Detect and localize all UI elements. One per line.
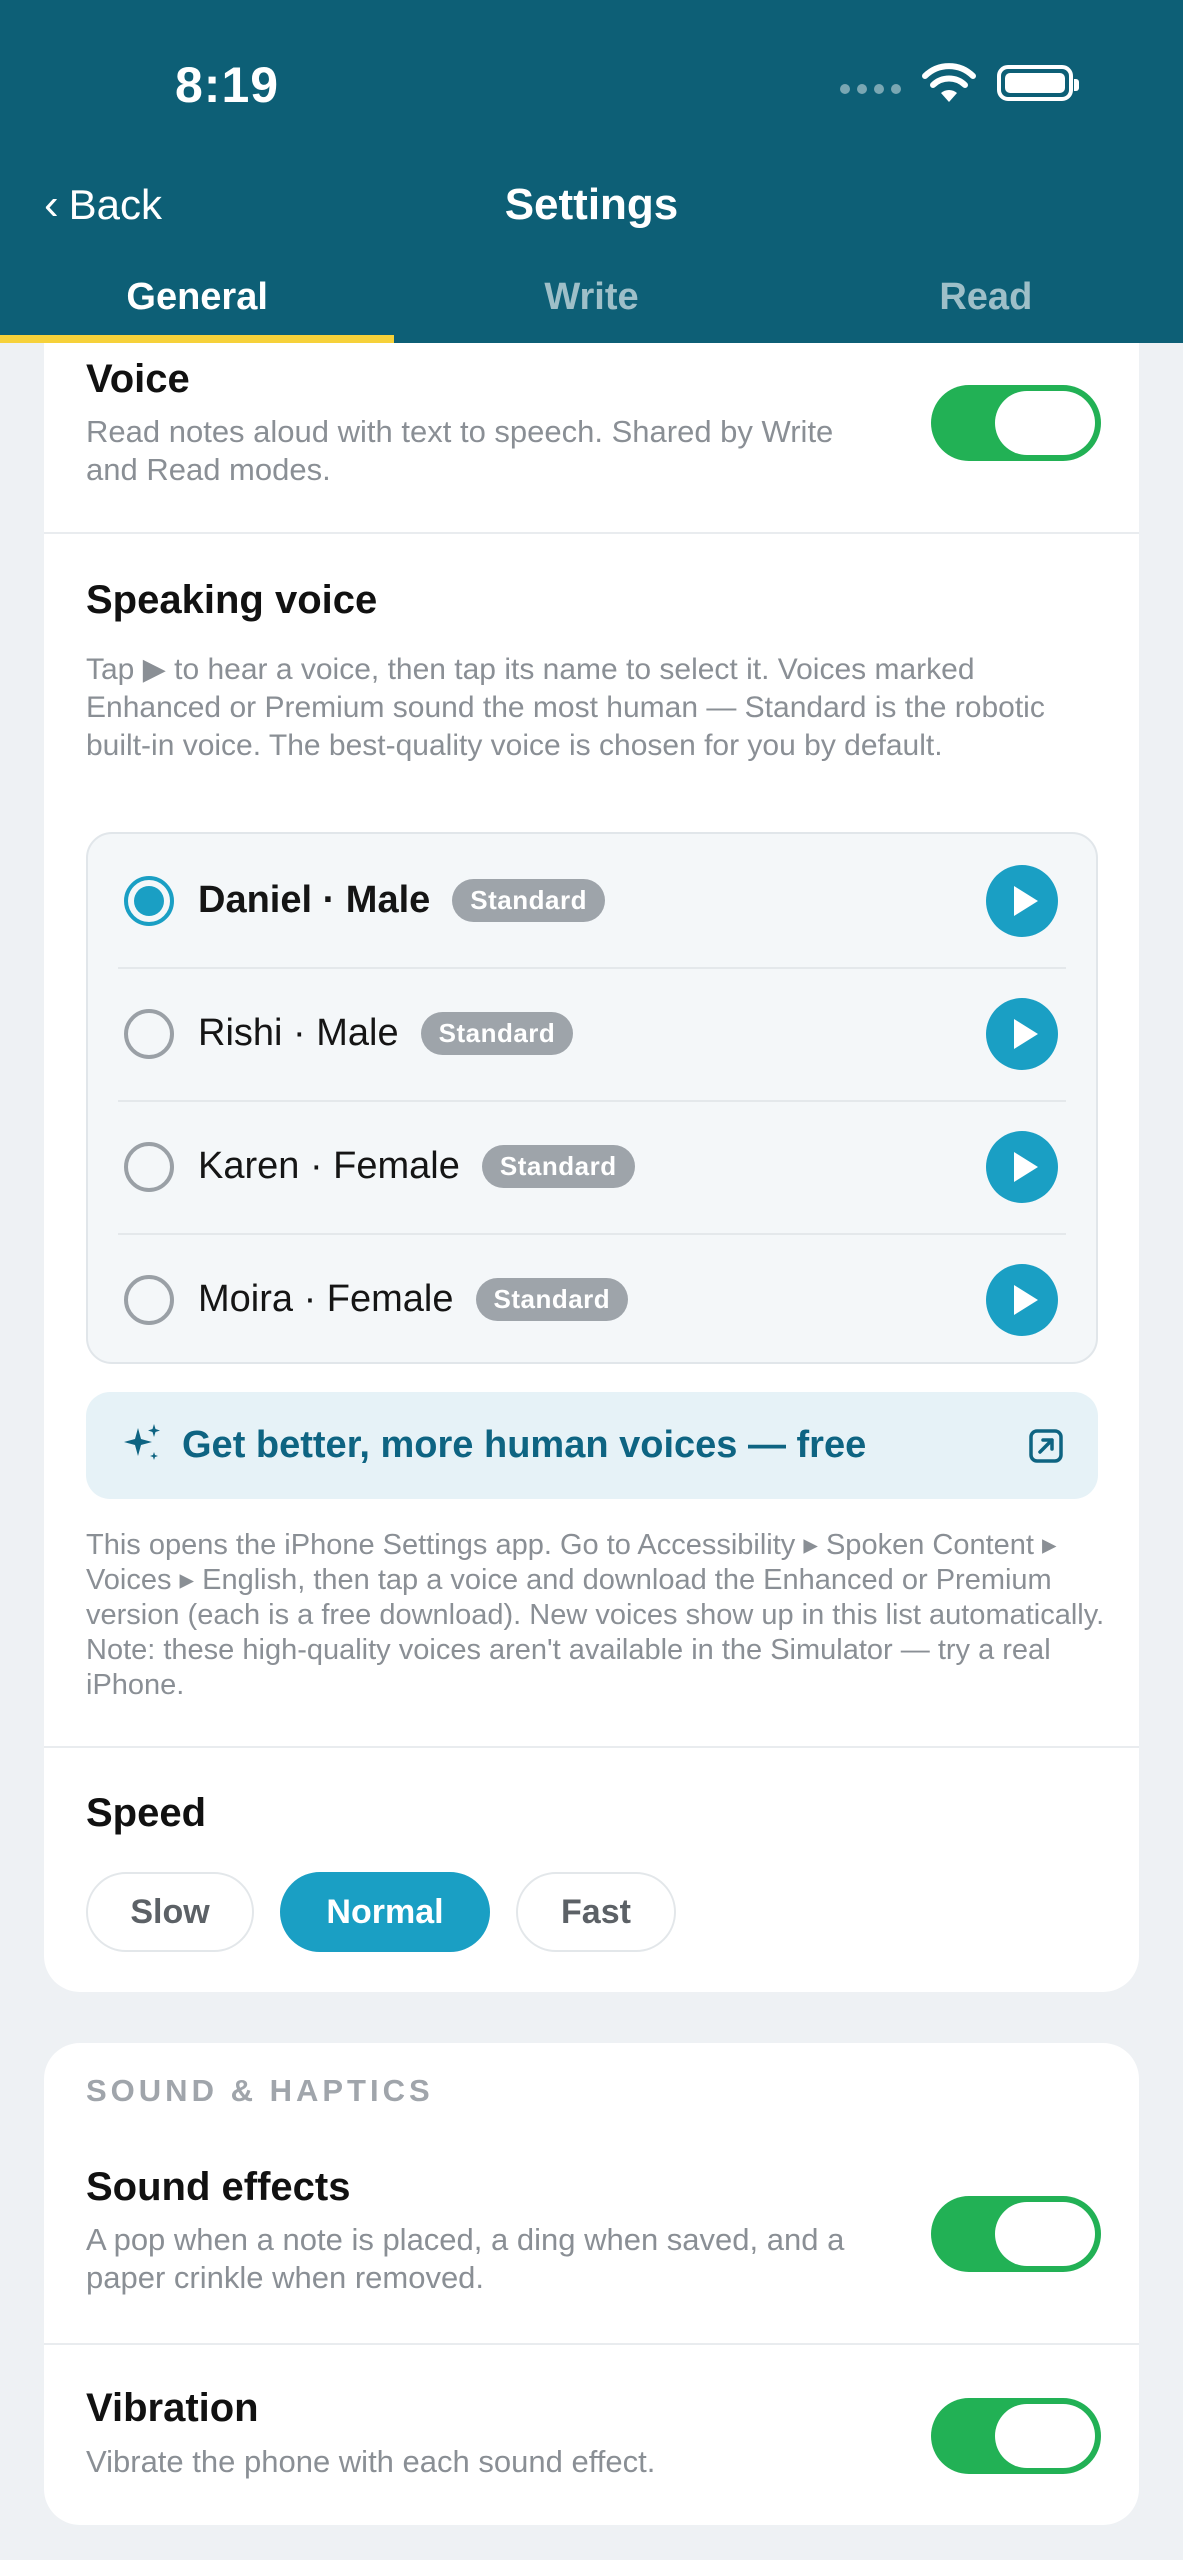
radio-selected[interactable]	[124, 875, 174, 926]
voice-label: Rishi · Male	[198, 1012, 399, 1054]
voice-description: Read notes aloud with text to speech. Sh…	[86, 414, 834, 487]
wifi-icon	[922, 63, 976, 102]
get-better-voices-button[interactable]: Get better, more human voices — free	[86, 1392, 1098, 1499]
status-time: 8:19	[175, 57, 280, 113]
status-icons	[840, 62, 1079, 104]
play-icon[interactable]	[986, 1130, 1058, 1203]
battery-icon	[997, 65, 1079, 101]
quality-badge: Standard	[475, 1278, 629, 1321]
section-header: SOUND & HAPTICS	[86, 2073, 434, 2108]
tab-write[interactable]: Write	[394, 270, 788, 343]
divider	[44, 532, 1139, 534]
sound-effects-toggle[interactable]	[931, 2196, 1101, 2272]
voice-name[interactable]: Daniel · Male Standard	[198, 879, 605, 922]
tab-bar: General Write Read	[0, 270, 1183, 343]
promo-note: This opens the iPhone Settings app. Go t…	[86, 1529, 1105, 1701]
play-icon[interactable]	[986, 1263, 1058, 1336]
speed-title: Speed	[86, 1791, 207, 1835]
sparkle-icon	[124, 1424, 160, 1460]
play-icon[interactable]	[986, 864, 1058, 937]
external-link-icon	[1029, 1429, 1063, 1463]
radio-unselected[interactable]	[124, 1141, 174, 1192]
voice-option-rishi[interactable]: Rishi · Male Standard	[88, 967, 1096, 1100]
speaking-voice-description: Tap ▶ to hear a voice, then tap its name…	[86, 653, 1045, 762]
play-icon[interactable]	[986, 997, 1058, 1070]
voice-title: Voice	[86, 357, 190, 401]
speed-fast-button[interactable]: Fast	[516, 1872, 676, 1952]
speed-normal-button[interactable]: Normal	[280, 1872, 490, 1952]
quality-badge: Standard	[452, 879, 605, 922]
quality-badge: Standard	[481, 1145, 635, 1188]
quality-badge: Standard	[420, 1012, 574, 1055]
radio-unselected[interactable]	[124, 1008, 174, 1059]
divider	[44, 2343, 1139, 2345]
sound-effects-title: Sound effects	[86, 2165, 351, 2209]
app-header: 8:19 ‹ Back Settings General Write Read	[0, 0, 1183, 343]
tab-read[interactable]: Read	[789, 270, 1183, 343]
divider	[44, 1746, 1139, 1748]
voice-list: Daniel · Male Standard Rishi · Male Stan…	[86, 832, 1098, 1364]
voice-name[interactable]: Rishi · Male Standard	[198, 1012, 574, 1055]
voice-settings-card: Voice Read notes aloud with text to spee…	[44, 343, 1139, 1992]
voice-option-moira[interactable]: Moira · Female Standard	[88, 1233, 1096, 1366]
voice-label: Daniel · Male	[198, 879, 431, 921]
voice-label: Karen · Female	[198, 1145, 460, 1187]
radio-unselected[interactable]	[124, 1274, 174, 1325]
speed-slow-button[interactable]: Slow	[86, 1872, 254, 1952]
tab-general[interactable]: General	[0, 270, 395, 343]
vibration-description: Vibrate the phone with each sound effect…	[86, 2444, 656, 2479]
voice-option-daniel[interactable]: Daniel · Male Standard	[88, 834, 1096, 967]
voice-option-karen[interactable]: Karen · Female Standard	[88, 1100, 1096, 1233]
vibration-toggle[interactable]	[931, 2398, 1101, 2474]
cellular-signal-icon	[840, 84, 901, 94]
voice-name[interactable]: Moira · Female Standard	[198, 1278, 629, 1321]
sound-haptics-card: SOUND & HAPTICS Sound effects A pop when…	[44, 2043, 1139, 2525]
voice-name[interactable]: Karen · Female Standard	[198, 1145, 635, 1188]
page-title: Settings	[504, 180, 679, 229]
sound-effects-description: A pop when a note is placed, a ding when…	[86, 2222, 845, 2295]
promo-label: Get better, more human voices — free	[182, 1424, 867, 1466]
speed-segmented-control: Slow Normal Fast	[86, 1872, 676, 1952]
voice-toggle[interactable]	[931, 385, 1101, 461]
speaking-voice-title: Speaking voice	[86, 578, 378, 622]
voice-label: Moira · Female	[198, 1278, 454, 1320]
vibration-title: Vibration	[86, 2386, 259, 2430]
